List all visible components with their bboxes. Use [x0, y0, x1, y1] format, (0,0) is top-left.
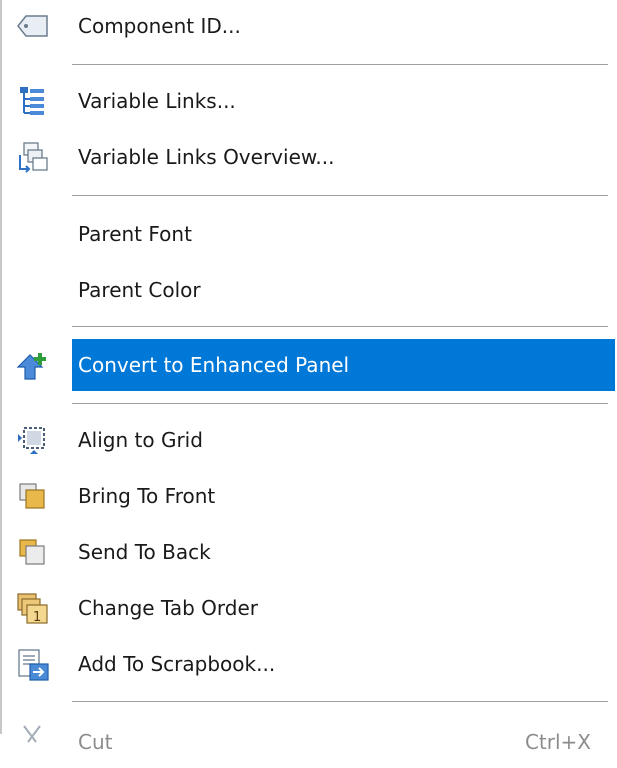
menu-separator [72, 701, 608, 702]
menu-separator [72, 326, 608, 327]
menu-item-bring-to-front[interactable]: Bring To Front [2, 470, 615, 522]
menu-item-label: Parent Color [78, 278, 201, 302]
menu-item-component-id[interactable]: Component ID... [2, 0, 615, 52]
menu-item-label: Cut [78, 730, 113, 754]
menu-item-convert-enhanced-panel[interactable]: Convert to Enhanced Panel [2, 339, 615, 391]
menu-item-align-to-grid[interactable]: Align to Grid [2, 414, 615, 466]
menu-item-label: Parent Font [78, 222, 192, 246]
links-overview-icon [16, 141, 50, 173]
menu-item-label: Change Tab Order [78, 596, 258, 620]
menu-item-cut[interactable]: Cut Ctrl+X [2, 712, 615, 764]
menu-item-label: Component ID... [78, 14, 241, 38]
menu-separator [72, 195, 608, 196]
menu-item-label: Send To Back [78, 540, 211, 564]
menu-item-parent-font[interactable]: Parent Font [2, 208, 615, 260]
cut-icon [16, 722, 50, 754]
menu-separator [72, 403, 608, 404]
svg-text:1: 1 [33, 610, 41, 625]
bring-front-icon [16, 480, 50, 512]
menu-separator [72, 64, 608, 65]
context-menu: Component ID... Variable Links... Variab… [0, 0, 617, 754]
menu-item-send-to-back[interactable]: Send To Back [2, 526, 615, 578]
menu-item-change-tab-order[interactable]: 1 Change Tab Order [2, 582, 615, 634]
menu-item-shortcut: Ctrl+X [524, 730, 591, 754]
tag-icon [16, 10, 50, 42]
menu-item-label: Align to Grid [78, 428, 203, 452]
menu-item-label: Variable Links Overview... [78, 145, 335, 169]
scrapbook-icon [16, 648, 50, 681]
tree-links-icon [16, 85, 50, 117]
menu-item-variable-links[interactable]: Variable Links... [2, 75, 615, 127]
convert-panel-icon [16, 349, 50, 381]
align-grid-icon [16, 424, 50, 456]
send-back-icon [16, 536, 50, 568]
menu-item-label: Bring To Front [78, 484, 216, 508]
menu-item-parent-color[interactable]: Parent Color [2, 264, 615, 316]
menu-item-add-to-scrapbook[interactable]: Add To Scrapbook... [2, 638, 615, 690]
menu-item-label: Convert to Enhanced Panel [78, 353, 350, 377]
tab-order-icon: 1 [16, 592, 50, 625]
menu-item-label: Variable Links... [78, 89, 236, 113]
menu-item-variable-links-overview[interactable]: Variable Links Overview... [2, 131, 615, 183]
menu-item-label: Add To Scrapbook... [78, 652, 276, 676]
